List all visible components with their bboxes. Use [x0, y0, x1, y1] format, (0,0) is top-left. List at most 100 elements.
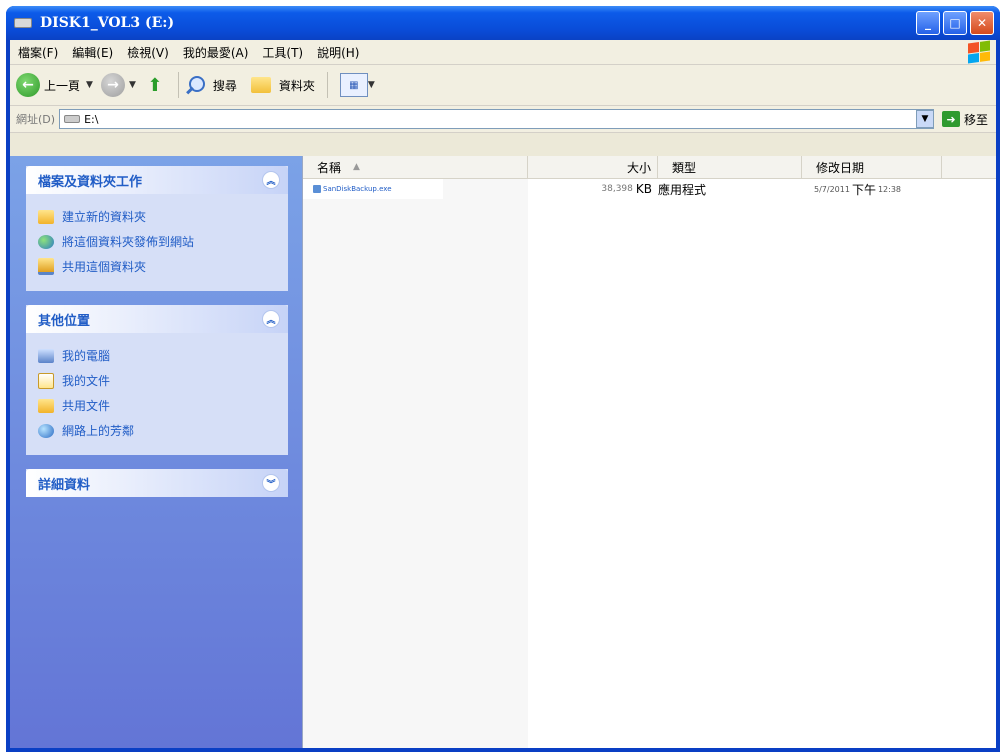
- share-folder-icon: [38, 258, 54, 275]
- search-button-label[interactable]: 搜尋: [213, 77, 237, 94]
- menu-file[interactable]: 檔案(F): [18, 44, 58, 61]
- file-ampm: 下午: [851, 182, 876, 197]
- file-size-cell: 38,398 KB: [528, 179, 658, 199]
- toolbar-separator: [177, 72, 179, 98]
- window-title: DISK1_VOL3 (E:): [40, 15, 175, 31]
- column-type[interactable]: 類型: [658, 156, 802, 178]
- place-label: 我的文件: [62, 374, 111, 388]
- window-controls: _ □ ✕: [916, 11, 994, 35]
- column-size-label: 大小: [626, 160, 651, 175]
- toolbar-separator: [326, 72, 328, 98]
- place-label: 共用文件: [62, 399, 111, 413]
- new-folder-icon: [38, 209, 54, 224]
- explorer-window: DISK1_VOL3 (E:) _ □ ✕ 檔案(F) 編輯(E) 檢視(V) …: [6, 6, 1000, 752]
- place-network[interactable]: 網路上的芳鄰: [38, 418, 276, 443]
- menu-view[interactable]: 檢視(V): [127, 44, 169, 61]
- folder-icon[interactable]: [250, 77, 271, 93]
- task-publish-web[interactable]: 將這個資料夾發佈到網站: [38, 229, 276, 254]
- collapse-chevron-icon[interactable]: ︽: [262, 310, 280, 328]
- menu-edit[interactable]: 編輯(E): [72, 44, 113, 61]
- menu-favorites[interactable]: 我的最愛(A): [183, 44, 249, 61]
- file-date-cell: 5/7/2011 下午 12:38: [802, 179, 942, 199]
- place-my-documents[interactable]: 我的文件: [38, 368, 276, 393]
- column-name[interactable]: 名稱 ▲: [303, 156, 528, 178]
- address-value: E:\: [84, 112, 99, 126]
- exe-file-icon: [313, 185, 321, 193]
- file-tasks-panel: 檔案及資料夾工作 ︽ 建立新的資料夾 將這個資料夾發佈到網站 共用這個資料夾: [26, 166, 288, 291]
- column-type-label: 類型: [672, 160, 697, 175]
- file-row[interactable]: SanDiskBackup.exe 38,398 KB 應用程式 5/7/2011…: [303, 179, 996, 199]
- file-tasks-body: 建立新的資料夾 將這個資料夾發佈到網站 共用這個資料夾: [26, 194, 288, 291]
- column-size[interactable]: 大小: [528, 156, 658, 178]
- address-bar: 網址(D) E:\ ▼ ➜ 移至: [10, 106, 996, 133]
- back-button-label[interactable]: 上一頁: [44, 77, 80, 94]
- details-title: 詳細資料: [38, 477, 91, 493]
- task-pane: 檔案及資料夾工作 ︽ 建立新的資料夾 將這個資料夾發佈到網站 共用這個資料夾 其…: [10, 156, 302, 748]
- my-computer-icon: [38, 348, 54, 363]
- details-panel: 詳細資料 ︾: [26, 469, 288, 497]
- go-button[interactable]: ➜ 移至: [941, 111, 988, 128]
- column-date-label: 修改日期: [816, 160, 865, 175]
- column-header: 名稱 ▲ 大小 類型 修改日期: [303, 156, 996, 179]
- maximize-button[interactable]: □: [943, 11, 967, 35]
- file-type: 應用程式: [658, 182, 707, 197]
- place-my-computer[interactable]: 我的電腦: [38, 343, 276, 368]
- explorer-body: 檔案及資料夾工作 ︽ 建立新的資料夾 將這個資料夾發佈到網站 共用這個資料夾 其…: [10, 156, 996, 748]
- views-dropdown-icon[interactable]: ▼: [368, 80, 375, 90]
- file-type-cell: 應用程式: [658, 179, 802, 199]
- file-name-cell[interactable]: SanDiskBackup.exe: [303, 179, 443, 199]
- standard-toolbar: ← 上一頁 ▼ → ▼ ⬆ 搜尋 資料夾 ▦ ▼: [10, 65, 996, 106]
- forward-dropdown-icon[interactable]: ▼: [129, 80, 136, 90]
- network-places-icon: [38, 423, 54, 438]
- forward-arrow-icon[interactable]: →: [100, 73, 125, 97]
- file-time: 12:38: [877, 184, 902, 194]
- back-arrow-icon[interactable]: ←: [16, 73, 40, 97]
- folders-button-label[interactable]: 資料夾: [279, 77, 315, 94]
- title-bar[interactable]: DISK1_VOL3 (E:) _ □ ✕: [6, 6, 1000, 40]
- file-tasks-header[interactable]: 檔案及資料夾工作 ︽: [26, 166, 288, 194]
- minimize-button[interactable]: _: [916, 11, 940, 35]
- go-arrow-icon: ➜: [941, 111, 960, 127]
- column-name-label: 名稱: [317, 160, 342, 175]
- menu-help[interactable]: 說明(H): [317, 44, 359, 61]
- file-tasks-title: 檔案及資料夾工作: [38, 174, 143, 190]
- column-date[interactable]: 修改日期: [802, 156, 942, 178]
- search-icon[interactable]: [185, 75, 205, 95]
- file-size-number: 38,398: [601, 184, 633, 194]
- place-label: 網路上的芳鄰: [62, 424, 135, 438]
- drive-icon: [14, 18, 32, 28]
- other-places-panel: 其他位置 ︽ 我的電腦 我的文件 共用文件 網路上的芳鄰: [26, 305, 288, 455]
- task-label: 將這個資料夾發佈到網站: [62, 235, 195, 249]
- address-dropdown-icon[interactable]: ▼: [915, 110, 934, 128]
- back-dropdown-icon[interactable]: ▼: [86, 80, 93, 90]
- other-places-title: 其他位置: [38, 313, 91, 329]
- details-header[interactable]: 詳細資料 ︾: [26, 469, 288, 497]
- sort-ascending-icon: ▲: [353, 162, 360, 172]
- menu-bar: 檔案(F) 編輯(E) 檢視(V) 我的最愛(A) 工具(T) 說明(H): [10, 40, 996, 65]
- windows-logo-icon: [968, 40, 990, 64]
- place-label: 我的電腦: [62, 349, 111, 363]
- shared-documents-icon: [38, 398, 54, 413]
- other-places-header[interactable]: 其他位置 ︽: [26, 305, 288, 333]
- menu-tools[interactable]: 工具(T): [262, 44, 303, 61]
- task-label: 共用這個資料夾: [62, 260, 147, 274]
- my-documents-icon: [38, 372, 54, 389]
- file-date: 5/7/2011: [814, 184, 850, 194]
- task-new-folder[interactable]: 建立新的資料夾: [38, 204, 276, 229]
- up-folder-icon[interactable]: ⬆: [144, 74, 166, 96]
- views-icon[interactable]: ▦: [339, 73, 368, 97]
- publish-web-icon: [38, 234, 54, 249]
- expand-chevron-icon[interactable]: ︾: [262, 474, 280, 492]
- task-label: 建立新的資料夾: [62, 210, 147, 224]
- address-input[interactable]: E:\: [59, 109, 934, 129]
- other-places-body: 我的電腦 我的文件 共用文件 網路上的芳鄰: [26, 333, 288, 455]
- file-name: SanDiskBackup.exe: [323, 185, 392, 193]
- file-list[interactable]: 名稱 ▲ 大小 類型 修改日期 SanDiskBackup.exe 38,398 K…: [302, 156, 996, 748]
- place-shared-documents[interactable]: 共用文件: [38, 393, 276, 418]
- sorted-column-shade: [303, 156, 528, 748]
- task-share-folder[interactable]: 共用這個資料夾: [38, 254, 276, 279]
- close-button[interactable]: ✕: [970, 11, 994, 35]
- collapse-chevron-icon[interactable]: ︽: [262, 171, 280, 189]
- client-area: 檔案(F) 編輯(E) 檢視(V) 我的最愛(A) 工具(T) 說明(H) ← …: [10, 40, 996, 748]
- file-size-unit: KB: [635, 182, 652, 196]
